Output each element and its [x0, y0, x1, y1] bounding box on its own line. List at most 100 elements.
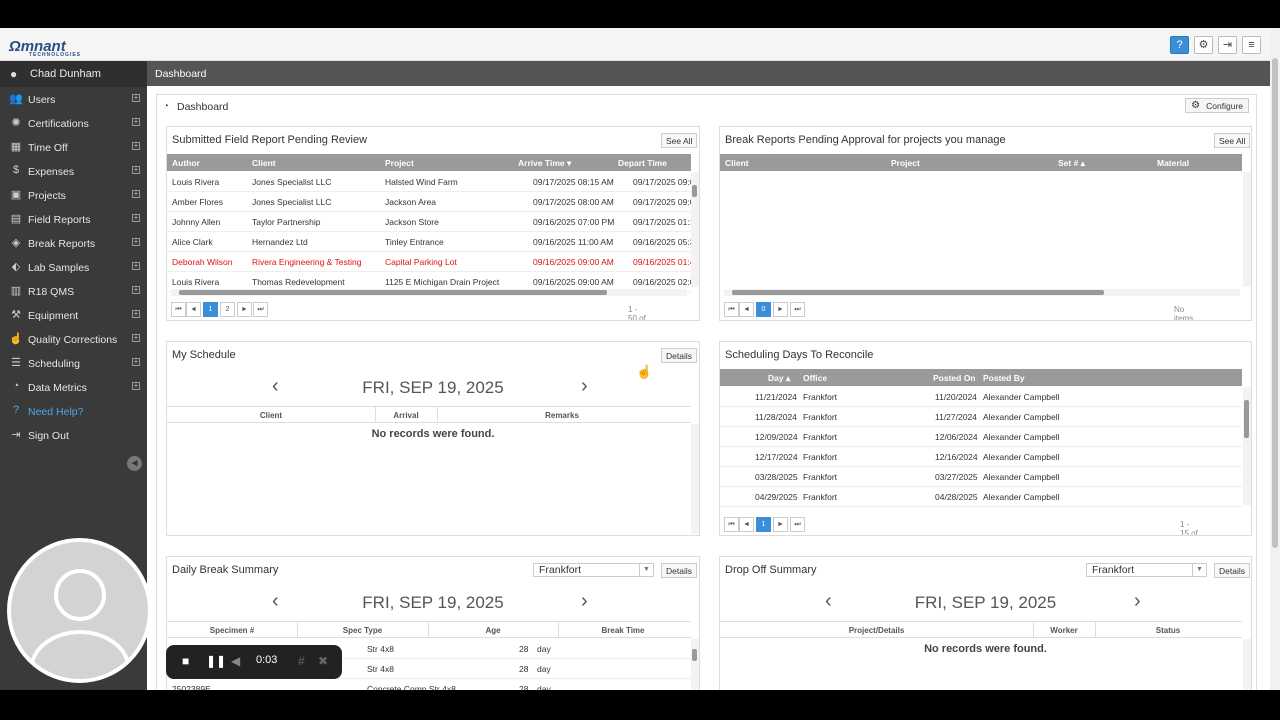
help-button[interactable]: ?: [1170, 36, 1189, 54]
table-row[interactable]: Amber Flores Jones Specialist LLC Jackson …: [167, 192, 694, 212]
sidebar-user[interactable]: ● Chad Dunham: [0, 61, 147, 87]
col-day[interactable]: Day ▴: [768, 373, 790, 384]
see-all-break-reports-button[interactable]: See All: [1214, 133, 1251, 148]
sidebar-item-time-off[interactable]: ▦ Time Off +: [0, 135, 147, 159]
col-client[interactable]: Client: [167, 411, 375, 420]
table-row[interactable]: Alice Clark Hernandez Ltd Tinley Entrance 0…: [167, 232, 694, 252]
col-break-time[interactable]: Break Time: [558, 626, 688, 635]
first-page-button[interactable]: ⏮: [171, 302, 186, 317]
horizontal-scrollbar[interactable]: [171, 289, 687, 296]
next-page-button[interactable]: ►: [773, 517, 788, 532]
chevron-right-icon[interactable]: ›: [581, 375, 588, 398]
stop-icon[interactable]: ■: [182, 654, 189, 668]
sidebar-item-data-metrics[interactable]: ◔ Data Metrics +: [0, 375, 147, 399]
vertical-scrollbar[interactable]: [1243, 172, 1251, 287]
first-page-button[interactable]: ⏮: [724, 302, 739, 317]
expand-icon[interactable]: +: [132, 214, 140, 222]
collapse-sidebar-button[interactable]: ◄: [127, 456, 142, 471]
grid-icon[interactable]: #: [298, 654, 305, 668]
col-material[interactable]: Material: [1157, 158, 1189, 168]
see-all-field-reports-button[interactable]: See All: [661, 133, 698, 148]
col-posted-on[interactable]: Posted On: [933, 373, 976, 383]
sidebar-item-certifications[interactable]: ✺ Certifications +: [0, 111, 147, 135]
vertical-scrollbar[interactable]: [691, 424, 699, 534]
col-office[interactable]: Office: [803, 373, 827, 383]
next-page-button[interactable]: ►: [237, 302, 252, 317]
table-row[interactable]: 2502389E Concrete Comp Str 4x8 28 day: [167, 679, 691, 690]
page-scrollbar[interactable]: [1270, 28, 1280, 690]
col-project[interactable]: Project: [891, 158, 920, 168]
col-project-details[interactable]: Project/Details: [720, 626, 1033, 635]
table-row[interactable]: 11/21/2024 Frankfort 11/20/2024 Alexander C…: [720, 387, 1242, 407]
sidebar-item-projects[interactable]: ▣ Projects +: [0, 183, 147, 207]
page-1-button[interactable]: 1: [756, 517, 771, 532]
settings-button[interactable]: ⚙: [1194, 36, 1213, 54]
expand-icon[interactable]: +: [132, 190, 140, 198]
table-row[interactable]: Louis Rivera Jones Specialist LLC Halsted …: [167, 172, 694, 192]
table-row[interactable]: 03/28/2025 Frankfort 03/27/2025 Alexander C…: [720, 467, 1242, 487]
table-row[interactable]: 12/17/2024 Frankfort 12/16/2024 Alexander C…: [720, 447, 1242, 467]
office-select[interactable]: Frankfort ▼: [1086, 563, 1207, 577]
expand-icon[interactable]: +: [132, 166, 140, 174]
sidebar-item-equipment[interactable]: ⚒ Equipment +: [0, 303, 147, 327]
table-row[interactable]: Johnny Allen Taylor Partnership Jackson St…: [167, 212, 694, 232]
last-page-button[interactable]: ⏭: [790, 302, 805, 317]
company-logo[interactable]: Ωmnant TECHNOLOGIES: [9, 38, 80, 58]
expand-icon[interactable]: +: [132, 262, 140, 270]
last-page-button[interactable]: ⏭: [790, 517, 805, 532]
vertical-scrollbar[interactable]: [691, 639, 699, 690]
col-author[interactable]: Author: [172, 158, 200, 168]
trash-icon[interactable]: ✖: [318, 654, 328, 668]
sidebar-item-users[interactable]: 👥 Users +: [0, 87, 147, 111]
prev-page-button[interactable]: ◄: [186, 302, 201, 317]
col-status[interactable]: Status: [1095, 626, 1241, 635]
col-specimen[interactable]: Specimen #: [167, 626, 297, 635]
col-depart-time[interactable]: Depart Time: [618, 158, 667, 168]
logout-button[interactable]: ⇥: [1218, 36, 1237, 54]
vertical-scrollbar[interactable]: [691, 172, 699, 287]
schedule-details-button[interactable]: Details: [661, 348, 697, 363]
col-client[interactable]: Client: [725, 158, 749, 168]
page-0-button[interactable]: 0: [756, 302, 771, 317]
col-arrive-time[interactable]: Arrive Time ▾: [518, 158, 571, 169]
scrollbar-thumb[interactable]: [1272, 58, 1278, 548]
next-page-button[interactable]: ►: [773, 302, 788, 317]
daily-break-details-button[interactable]: Details: [661, 563, 697, 578]
sidebar-item-lab-samples[interactable]: ⬖ Lab Samples +: [0, 255, 147, 279]
office-select[interactable]: Frankfort ▼: [533, 563, 654, 577]
col-arrival[interactable]: Arrival: [375, 411, 437, 420]
expand-icon[interactable]: +: [132, 94, 140, 102]
prev-page-button[interactable]: ◄: [739, 302, 754, 317]
col-worker[interactable]: Worker: [1033, 626, 1095, 635]
vertical-scrollbar[interactable]: [1243, 387, 1251, 505]
horizontal-scrollbar[interactable]: [724, 289, 1240, 296]
drop-off-details-button[interactable]: Details: [1214, 563, 1250, 578]
expand-icon[interactable]: +: [132, 142, 140, 150]
first-page-button[interactable]: ⏮: [724, 517, 739, 532]
col-project[interactable]: Project: [385, 158, 414, 168]
page-2-button[interactable]: 2: [220, 302, 235, 317]
expand-icon[interactable]: +: [132, 286, 140, 294]
expand-icon[interactable]: +: [132, 310, 140, 318]
col-spec-type[interactable]: Spec Type: [297, 626, 428, 635]
sidebar-item-sign-out[interactable]: ⇥ Sign Out: [0, 423, 147, 447]
col-posted-by[interactable]: Posted By: [983, 373, 1025, 383]
expand-icon[interactable]: +: [132, 358, 140, 366]
sidebar-item-break-reports[interactable]: ◈ Break Reports +: [0, 231, 147, 255]
table-row[interactable]: 12/09/2024 Frankfort 12/06/2024 Alexander C…: [720, 427, 1242, 447]
col-remarks[interactable]: Remarks: [437, 411, 687, 420]
chevron-right-icon[interactable]: ›: [581, 590, 588, 613]
chevron-right-icon[interactable]: ›: [1134, 590, 1141, 613]
page-1-button[interactable]: 1: [203, 302, 218, 317]
configure-button[interactable]: ⚙ Configure: [1185, 98, 1249, 113]
sidebar-item-quality-corrections[interactable]: ☝ Quality Corrections +: [0, 327, 147, 351]
expand-icon[interactable]: +: [132, 118, 140, 126]
sidebar-item-r18-qms[interactable]: ▥ R18 QMS +: [0, 279, 147, 303]
col-set[interactable]: Set # ▴: [1058, 158, 1085, 169]
expand-icon[interactable]: +: [132, 382, 140, 390]
sidebar-item-field-reports[interactable]: ▤ Field Reports +: [0, 207, 147, 231]
expand-icon[interactable]: +: [132, 334, 140, 342]
menu-button[interactable]: ≡: [1242, 36, 1261, 54]
table-row[interactable]: 04/29/2025 Frankfort 04/28/2025 Alexander C…: [720, 487, 1242, 507]
table-row[interactable]: 11/28/2024 Frankfort 11/27/2024 Alexander C…: [720, 407, 1242, 427]
